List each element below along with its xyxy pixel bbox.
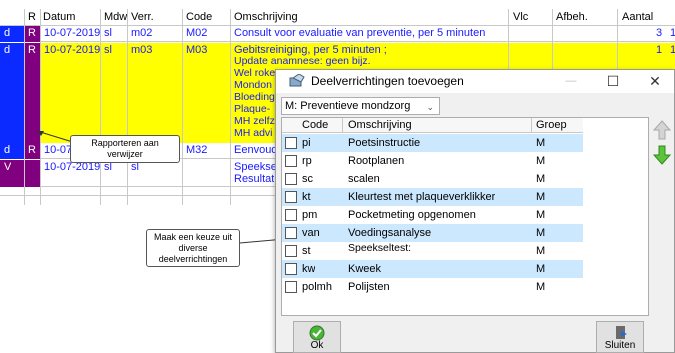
item-checkbox[interactable] [285,209,297,221]
item-code: st [302,245,311,257]
list-header-omschrijving[interactable]: Omschrijving [348,119,412,131]
list-item[interactable]: pm Pocketmeting opgenomen M [282,206,583,224]
exit-door-icon [616,326,627,339]
category-select[interactable]: M: Preventieve mondzorg ⌄ [281,97,440,115]
list-item[interactable]: rp Rootplanen M [282,152,583,170]
item-checkbox[interactable] [285,245,297,257]
dialog-title: Deelverrichtingen toevoegen [311,74,464,88]
list-header: Code Omschrijving Groep [282,118,583,133]
item-checkbox[interactable] [285,281,297,293]
item-desc: Rootplanen [348,155,405,167]
item-group: M [536,263,546,275]
callout-line: deelverrichtingen [158,254,228,264]
list-item[interactable]: polmh Polijsten M [282,278,583,296]
list-header-code[interactable]: Code [302,119,328,131]
item-code: van [302,227,320,239]
ok-label: Ok [310,340,324,351]
maximize-button[interactable]: ☐ [594,70,632,93]
callout-line: verwijzer [107,149,143,159]
callout-line: diverse [178,243,208,253]
item-checkbox[interactable] [285,173,297,185]
minimize-button[interactable]: — [552,70,590,93]
item-desc: scalen [348,173,380,185]
dialog-titlebar[interactable]: Deelverrichtingen toevoegen — ☐ ✕ [276,70,674,93]
close-dialog-button[interactable]: Sluiten [596,321,644,353]
callout-line: Rapporteren aan [91,138,159,148]
item-code: kt [302,191,311,203]
item-group: M [536,155,546,167]
item-group: M [536,245,546,257]
item-desc: Kweek [348,263,382,275]
list-header-groep[interactable]: Groep [536,119,567,131]
callout-keuze: Maak een keuze uit diverse deelverrichti… [146,229,240,267]
callout-line: Maak een keuze uit [153,232,233,242]
deelverrichtingen-list[interactable]: Code Omschrijving Groep pi Poetsinstruct… [281,117,649,316]
item-checkbox[interactable] [285,155,297,167]
close-button[interactable]: ✕ [636,70,674,93]
item-desc: Polijsten [348,281,390,293]
move-up-icon[interactable] [652,119,672,141]
list-item[interactable]: pi Poetsinstructie M [282,134,583,152]
item-code: polmh [302,281,332,293]
dialog-app-icon [289,74,305,87]
close-label: Sluiten [604,340,636,351]
item-code: rp [302,155,312,167]
item-desc: Voedingsanalyse [348,227,432,239]
item-desc: Kleurtest met plaqueverklikker [348,191,496,203]
list-item[interactable]: kw Kweek M [282,260,583,278]
move-down-icon[interactable] [652,144,672,166]
item-group: M [536,191,546,203]
item-group: M [536,173,546,185]
deelverrichtingen-dialog: Deelverrichtingen toevoegen — ☐ ✕ M: Pre… [275,69,675,353]
item-desc: Poetsinstructie [348,137,421,149]
list-header-divider [342,118,343,133]
category-select-value: M: Preventieve mondzorg [285,100,411,112]
ok-button[interactable]: Ok [293,321,341,353]
item-desc: Pocketmeting opgenomen [348,209,476,221]
item-code: sc [302,173,313,185]
item-group: M [536,137,546,149]
item-code: kw [302,263,316,275]
item-checkbox[interactable] [285,137,297,149]
item-group: M [536,209,546,221]
item-checkbox[interactable] [285,227,297,239]
item-desc: Speekseltest: [348,242,412,254]
list-header-divider [531,118,532,133]
list-item[interactable]: van Voedingsanalyse M [282,224,583,242]
item-group: M [536,227,546,239]
item-checkbox[interactable] [285,263,297,275]
item-code: pm [302,209,318,221]
list-item[interactable]: kt Kleurtest met plaqueverklikker M [282,188,583,206]
callout-rapporteren: Rapporteren aan verwijzer [70,135,180,163]
chevron-down-icon: ⌄ [426,102,434,112]
item-code: pi [302,137,311,149]
item-group: M [536,281,546,293]
list-item[interactable]: sc scalen M [282,170,583,188]
item-checkbox[interactable] [285,191,297,203]
list-item[interactable]: st Speekseltest: M [282,242,583,260]
checkmark-icon [309,325,325,341]
